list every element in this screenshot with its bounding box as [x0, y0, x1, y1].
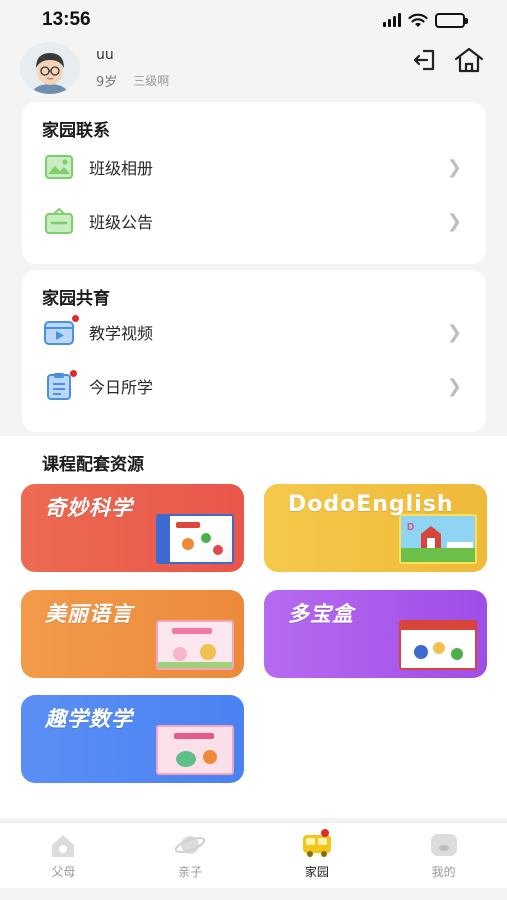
- status-bar: 13:56: [0, 0, 507, 40]
- video-icon: [44, 317, 74, 347]
- book-cover-image: [156, 725, 234, 775]
- profile-age: 9岁: [96, 74, 118, 90]
- cellular-signal-icon: [383, 13, 401, 27]
- tile-title: 美丽语言: [45, 602, 133, 626]
- chevron-right-icon: ❯: [446, 375, 462, 397]
- tile-treasure-box[interactable]: 多宝盒: [264, 590, 487, 678]
- top-actions: [411, 46, 485, 74]
- new-badge-dot: [320, 829, 329, 837]
- tile-title: 多宝盒: [288, 602, 354, 626]
- resources-section: 课程配套资源 奇妙科学 DodoEnglish D 美丽语言 多宝盒 趣学数学: [0, 436, 507, 818]
- row-label: 今日所学: [89, 378, 154, 397]
- home-indicator-area: [0, 888, 507, 900]
- tile-title: 趣学数学: [45, 707, 133, 731]
- book-cover-image: [156, 620, 234, 670]
- new-badge-dot: [70, 370, 77, 377]
- profile-info: uu 9岁 三级啊: [96, 47, 169, 90]
- bottom-tab-bar: 父母 亲子 家园 我的: [0, 822, 507, 888]
- tile-science[interactable]: 奇妙科学: [21, 484, 244, 572]
- parents-icon: [52, 835, 75, 857]
- tab-label: 亲子: [178, 865, 203, 879]
- avatar[interactable]: [20, 42, 80, 94]
- chevron-right-icon: ❯: [446, 156, 462, 178]
- planet-icon: [175, 836, 206, 854]
- profile-name: uu: [96, 46, 114, 63]
- profile-level: 三级啊: [133, 73, 170, 88]
- notebook-icon: [44, 371, 74, 401]
- battery-icon: [435, 12, 468, 28]
- tab-label: 家园: [304, 865, 329, 879]
- new-badge-dot: [72, 315, 79, 322]
- book-cover-image: D: [399, 514, 477, 564]
- tab-parent-child[interactable]: 亲子: [127, 823, 254, 888]
- logout-icon[interactable]: [411, 46, 439, 74]
- announcement-icon: [44, 206, 74, 236]
- tab-label: 父母: [51, 865, 76, 879]
- tile-title: 奇妙科学: [45, 496, 133, 520]
- tile-language[interactable]: 美丽语言: [21, 590, 244, 678]
- row-today-learned[interactable]: 今日所学 ❯: [22, 359, 486, 413]
- chevron-right-icon: ❯: [446, 321, 462, 343]
- tile-dodo-english[interactable]: DodoEnglish D: [264, 484, 487, 572]
- tab-home-school[interactable]: 家园: [254, 823, 381, 888]
- contact-title: 家园联系: [42, 121, 110, 141]
- status-time: 13:56: [42, 9, 91, 30]
- wifi-icon: [408, 13, 428, 27]
- photo-album-icon: [44, 152, 74, 182]
- profile-icon: [430, 834, 457, 856]
- tab-label: 我的: [431, 865, 456, 879]
- book-cover-image: [399, 620, 477, 670]
- row-label: 教学视频: [89, 324, 154, 343]
- status-icons: [383, 12, 468, 28]
- row-teaching-video[interactable]: 教学视频 ❯: [22, 305, 486, 359]
- row-label: 班级公告: [89, 213, 154, 232]
- row-class-notice[interactable]: 班级公告 ❯: [22, 194, 486, 248]
- contact-card: 家园联系 班级相册 ❯ 班级公告 ❯: [22, 102, 486, 264]
- resources-title: 课程配套资源: [42, 455, 144, 475]
- tile-math[interactable]: 趣学数学: [21, 695, 244, 783]
- tab-parents[interactable]: 父母: [0, 823, 127, 888]
- chevron-right-icon: ❯: [446, 210, 462, 232]
- profile-header: uu 9岁 三级啊: [20, 40, 487, 96]
- svg-text:D: D: [407, 522, 414, 533]
- row-label: 班级相册: [89, 159, 154, 178]
- book-cover-image: [156, 514, 234, 564]
- home-icon[interactable]: [453, 46, 485, 74]
- coedu-card: 家园共育 教学视频 ❯ 今日所学 ❯: [22, 270, 486, 432]
- tab-mine[interactable]: 我的: [380, 823, 507, 888]
- row-class-album[interactable]: 班级相册 ❯: [22, 140, 486, 194]
